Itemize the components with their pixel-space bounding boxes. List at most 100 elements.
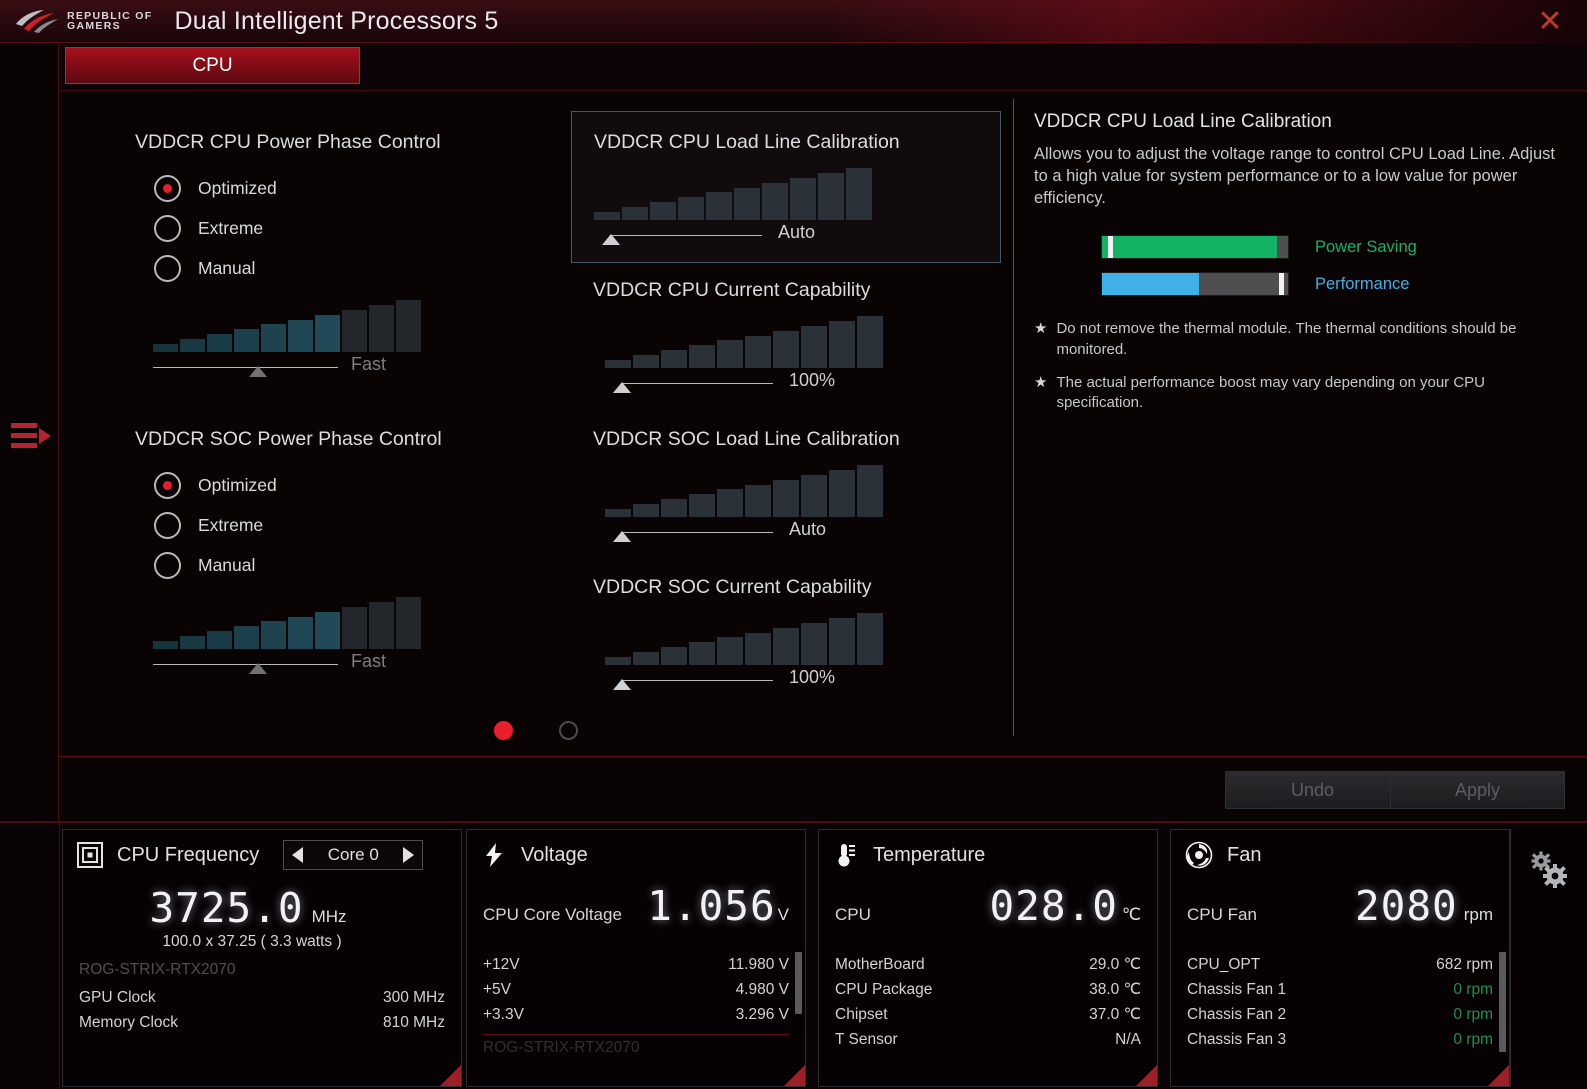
action-bar: Undo Apply	[59, 756, 1587, 821]
soc-phase-slider[interactable]: Fast	[153, 651, 423, 679]
cpu-load-line-slider-thumb[interactable]	[602, 234, 620, 245]
cpu-frequency-detail: 100.0 x 37.25 ( 3.3 watts )	[162, 933, 342, 950]
fan-rows: CPU_OPT 682 rpm Chassis Fan 1 0 rpm Chas…	[1171, 952, 1509, 1052]
soc-current-cap-slider-thumb[interactable]	[613, 679, 631, 690]
apply-button[interactable]: Apply	[1390, 771, 1565, 809]
cpu-frequency-unit: MHz	[311, 907, 347, 926]
core-selector[interactable]: Core 0	[283, 840, 424, 870]
cpu-phase-option-optimized[interactable]: Optimized	[154, 168, 465, 208]
ramp-bar	[829, 469, 855, 517]
ramp-bar	[717, 340, 743, 368]
ramp-bar	[762, 182, 788, 220]
ramp-bar	[180, 636, 205, 649]
ramp-bar	[661, 647, 687, 665]
row-value: 38.0 ℃	[1089, 981, 1141, 998]
cpu-current-cap-slider[interactable]: 100%	[605, 370, 887, 398]
soc-phase-option-manual-label: Manual	[198, 554, 256, 575]
cpu-current-cap-slider-thumb[interactable]	[613, 382, 631, 393]
meter-fill	[1102, 273, 1199, 296]
ramp-bar	[605, 509, 631, 517]
ramp-bar	[234, 329, 259, 352]
temperature-title: Temperature	[873, 843, 986, 866]
fan-scrollbar[interactable]	[1499, 952, 1506, 1052]
list-item: +5V 4.980 V	[483, 977, 789, 1002]
menu-expand-icon[interactable]	[11, 421, 51, 453]
page-dot-1[interactable]	[494, 721, 513, 740]
ramp-bar	[261, 324, 286, 352]
panel-corner-icon	[1488, 1065, 1509, 1086]
ramp-bar	[180, 339, 205, 352]
row-key: CPU_OPT	[1187, 955, 1261, 973]
cpu-frequency-title: CPU Frequency	[117, 843, 260, 866]
voltage-value: 1.056	[647, 882, 776, 930]
list-item: T Sensor N/A	[835, 1027, 1141, 1052]
soc-current-cap-title: VDDCR SOC Current Capability	[593, 576, 872, 598]
fan-value: 2080	[1354, 882, 1458, 930]
soc-phase-option-extreme[interactable]: Extreme	[154, 505, 465, 545]
ramp-bar	[717, 489, 743, 517]
cpu-load-line-slider[interactable]: Auto	[594, 222, 876, 250]
soc-load-line-slider-thumb[interactable]	[613, 531, 631, 542]
meter-power-saving: Power Saving	[1034, 235, 1569, 260]
ramp-bar	[829, 617, 855, 665]
cpu-load-line-card[interactable]: VDDCR CPU Load Line Calibration Auto	[571, 111, 1001, 263]
cpu-phase-option-extreme[interactable]: Extreme	[154, 208, 465, 248]
temperature-header: Temperature	[819, 830, 1157, 880]
cpu-phase-option-manual[interactable]: Manual	[154, 248, 465, 288]
soc-load-line-ramp	[605, 465, 887, 517]
cpu-frequency-header: CPU Frequency Core 0	[63, 830, 461, 880]
ramp-bar	[315, 314, 340, 352]
soc-load-line-title: VDDCR SOC Load Line Calibration	[593, 428, 900, 450]
row-key: +3.3V	[483, 1005, 524, 1023]
soc-load-line-slider[interactable]: Auto	[605, 519, 887, 547]
row-key: +5V	[483, 980, 512, 998]
cpu-load-line-slider-value: Auto	[778, 222, 816, 242]
lightning-bolt-icon	[486, 843, 502, 867]
meter-performance: Performance	[1034, 272, 1569, 297]
cpu-current-cap-title: VDDCR CPU Current Capability	[593, 279, 871, 301]
rog-eye-icon	[16, 10, 58, 33]
ramp-bar	[153, 641, 178, 649]
cpu-load-line-ramp	[594, 168, 876, 220]
voltage-scrollbar[interactable]	[795, 952, 802, 1014]
soc-current-cap-slider[interactable]: 100%	[605, 667, 887, 695]
row-value: 810 MHz	[382, 1013, 445, 1031]
gears-icon[interactable]	[1525, 847, 1571, 893]
close-icon[interactable]: ✕	[1533, 7, 1567, 37]
ramp-bar	[342, 309, 367, 352]
ramp-bar	[622, 207, 648, 220]
cpu-phase-option-manual-label: Manual	[198, 257, 256, 278]
ramp-bar	[818, 172, 844, 220]
list-item: Chassis Fan 1 0 rpm	[1187, 977, 1493, 1002]
main-content: VDDCR CPU Power Phase Control Optimized …	[59, 91, 1587, 756]
page-dot-2[interactable]	[559, 721, 578, 740]
row-value: 3.296 V	[735, 1005, 789, 1023]
cpu-phase-ramp	[153, 300, 423, 352]
soc-phase-option-optimized[interactable]: Optimized	[154, 465, 465, 505]
tab-cpu[interactable]: CPU	[65, 47, 360, 84]
chevron-left-icon[interactable]	[292, 847, 304, 863]
ramp-bar	[342, 606, 367, 649]
undo-button[interactable]: Undo	[1225, 771, 1400, 809]
ramp-bar	[706, 192, 732, 220]
ramp-bar	[288, 319, 313, 352]
monitor-panel-cpu-frequency: CPU Frequency Core 0 3725.0 MHz 100.0 x …	[62, 829, 462, 1087]
panel-corner-icon	[784, 1065, 805, 1086]
left-rail	[0, 43, 59, 821]
row-value: 682 rpm	[1436, 955, 1493, 973]
ramp-bar	[846, 168, 872, 220]
row-key: T Sensor	[835, 1030, 898, 1048]
monitor-settings-panel[interactable]	[1510, 829, 1587, 1087]
soc-phase-slider-value: Fast	[351, 651, 387, 671]
voltage-rows: +12V 11.980 V +5V 4.980 V +3.3V 3.296 V …	[467, 952, 805, 1057]
cpu-phase-slider-thumb[interactable]	[249, 366, 267, 377]
soc-phase-ramp	[153, 597, 423, 649]
ramp-bar	[207, 334, 232, 352]
meter-bar	[1101, 235, 1289, 260]
monitor-bar: CPU Frequency Core 0 3725.0 MHz 100.0 x …	[0, 821, 1587, 1089]
soc-phase-slider-thumb[interactable]	[249, 663, 267, 674]
chevron-right-icon[interactable]	[403, 847, 415, 863]
cpu-phase-slider[interactable]: Fast	[153, 354, 423, 382]
soc-phase-option-manual[interactable]: Manual	[154, 545, 465, 585]
row-key: Chipset	[835, 1005, 888, 1023]
